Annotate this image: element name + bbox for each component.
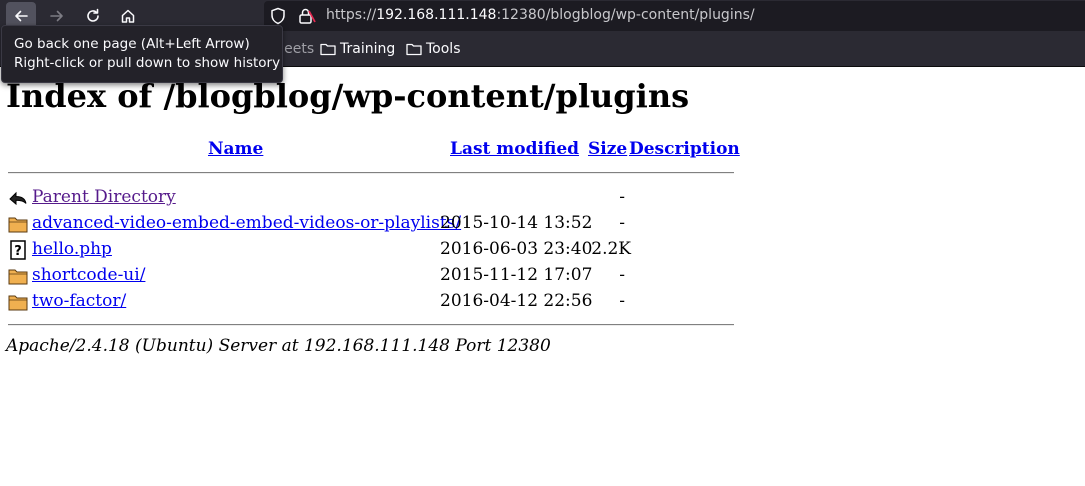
- modified-date: 2016-04-12 22:56: [440, 291, 593, 311]
- entry-link[interactable]: Parent Directory: [32, 187, 176, 207]
- back-button-tooltip: Go back one page (Alt+Left Arrow) Right-…: [1, 25, 283, 83]
- divider: [8, 324, 734, 326]
- bookmark-tools[interactable]: Tools: [406, 41, 461, 57]
- folder-icon: [8, 214, 28, 234]
- folder-outline-icon: [406, 43, 422, 56]
- sort-by-description-link[interactable]: Description: [629, 139, 740, 159]
- list-item: advanced-video-embed-embed-videos-or-pla…: [6, 213, 746, 239]
- url-bar[interactable]: https://192.168.111.148:12380/blogblog/w…: [264, 1, 1085, 31]
- home-icon: [121, 9, 135, 23]
- entry-link[interactable]: hello.php: [32, 239, 112, 259]
- entry-link[interactable]: shortcode-ui/: [32, 265, 145, 285]
- arrow-right-icon: [50, 10, 63, 22]
- sort-by-name-link[interactable]: Name: [208, 139, 263, 159]
- folder-icon: [8, 292, 28, 312]
- sort-by-last-modified-link[interactable]: Last modified: [450, 139, 579, 159]
- tooltip-line: Right-click or pull down to show history: [14, 55, 281, 71]
- file-size: -: [619, 265, 625, 285]
- bookmark-label: Tools: [426, 41, 461, 57]
- sort-by-size-link[interactable]: Size: [588, 139, 627, 159]
- svg-text:?: ?: [14, 244, 22, 259]
- bookmark-training[interactable]: Training: [320, 41, 395, 57]
- lock-warning-icon[interactable]: [298, 7, 316, 29]
- list-item: ? hello.php 2016-06-03 23:40 2.2K: [6, 239, 746, 265]
- back-icon: [8, 188, 28, 208]
- tooltip-line: Go back one page (Alt+Left Arrow): [14, 36, 250, 52]
- file-size: -: [619, 187, 625, 207]
- arrow-left-icon: [15, 10, 28, 22]
- modified-date: 2015-11-12 17:07: [440, 265, 593, 285]
- url-text[interactable]: https://192.168.111.148:12380/blogblog/w…: [326, 7, 755, 23]
- list-item: two-factor/ 2016-04-12 22:56 -: [6, 291, 746, 317]
- modified-date: 2015-10-14 13:52: [440, 213, 593, 233]
- unknown-file-icon: ?: [8, 240, 28, 260]
- reload-icon: [87, 8, 99, 22]
- list-item: shortcode-ui/ 2015-11-12 17:07 -: [6, 265, 746, 291]
- modified-date: 2016-06-03 23:40: [440, 239, 593, 259]
- file-size: 2.2K: [591, 239, 631, 259]
- bookmark-label: Training: [340, 41, 396, 57]
- server-signature: Apache/2.4.18 (Ubuntu) Server at 192.168…: [6, 336, 551, 356]
- file-size: -: [619, 291, 625, 311]
- folder-icon: [8, 266, 28, 286]
- divider: [8, 172, 734, 174]
- folder-outline-icon: [320, 43, 336, 56]
- entry-link[interactable]: advanced-video-embed-embed-videos-or-pla…: [32, 213, 461, 233]
- list-item: Parent Directory -: [6, 187, 746, 213]
- file-size: -: [619, 213, 625, 233]
- entry-link[interactable]: two-factor/: [32, 291, 126, 311]
